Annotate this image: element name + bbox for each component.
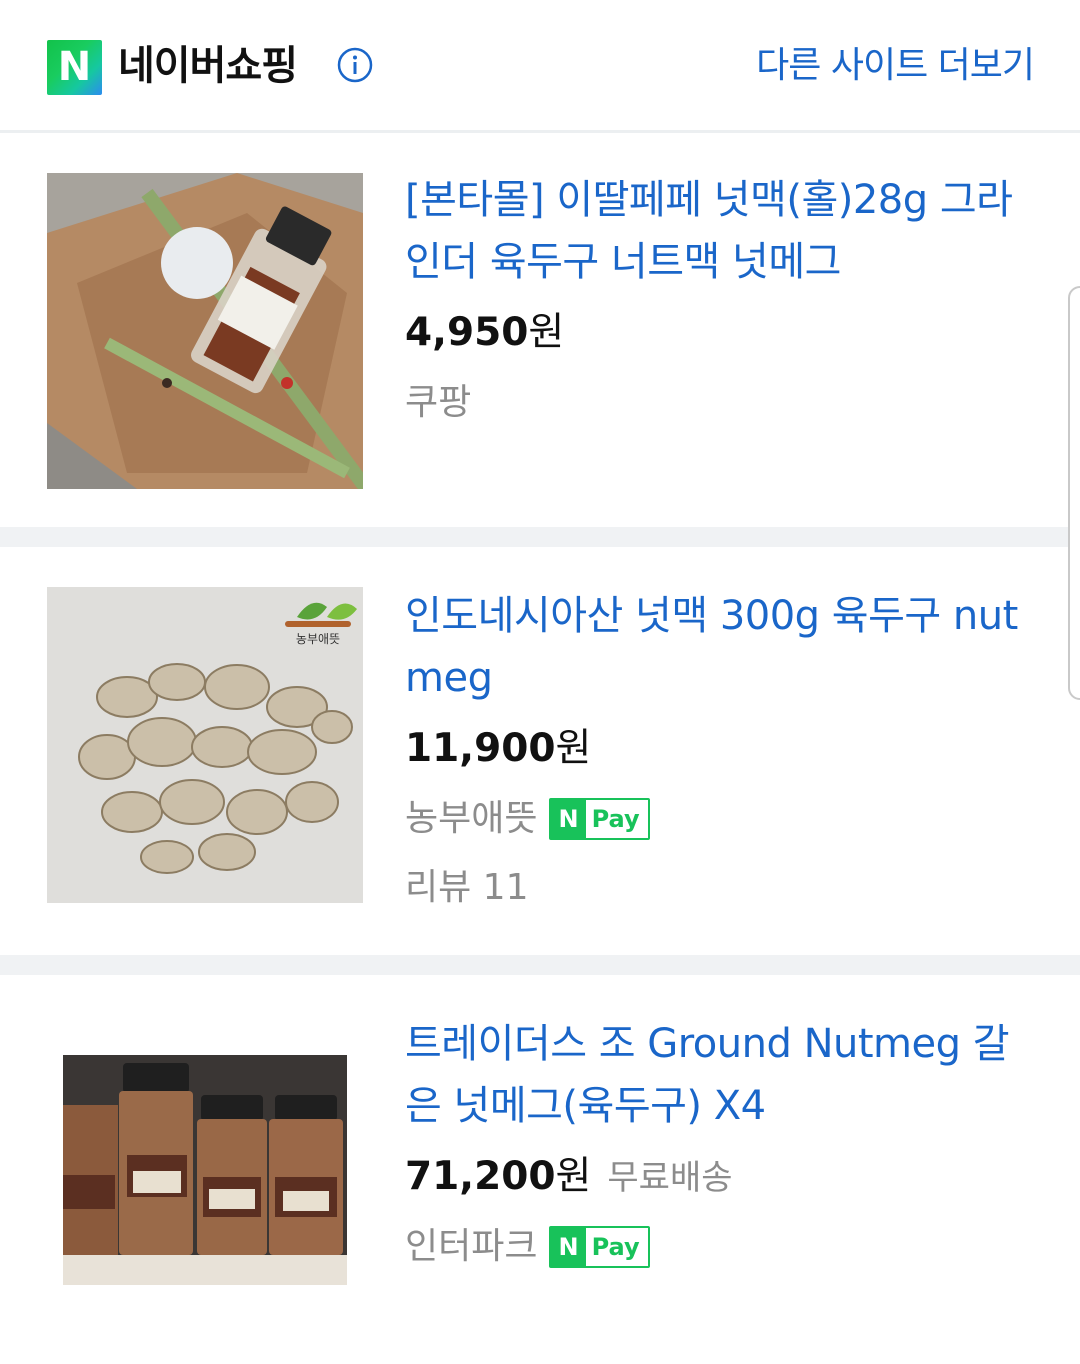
price-currency: 원 [555,726,592,771]
npay-badge: N Pay [549,798,650,840]
product-card[interactable]: 농부애뜻 인도네시아산 넛맥 300g 육두구 nutmeg 11,900원 농… [0,547,1080,955]
scroll-handle[interactable] [1068,286,1080,700]
price-currency: 원 [555,1154,592,1199]
info-circle-icon[interactable] [337,47,373,83]
npay-n-icon: N [551,1228,586,1266]
nutmeg-pieces-image: 농부애뜻 [47,587,363,903]
npay-label: Pay [591,1233,640,1261]
product-title[interactable]: [본타몰] 이딸페페 넛맥(홀)28g 그라인더 육두구 너트맥 넛메그 [405,169,1035,293]
npay-n-icon: N [551,800,586,838]
product-thumbnail[interactable] [63,1055,347,1285]
price-value: 4,950 [405,310,529,355]
brand-title: 네이버쇼핑 [118,43,298,89]
product-price: 11,900원 [405,724,591,774]
price-currency: 원 [528,310,565,355]
naver-logo-icon: N [47,40,102,95]
section-divider [0,527,1080,547]
product-title[interactable]: 트레이더스 조 Ground Nutmeg 갈은 넛메그(육두구) X4 [405,1013,1035,1137]
price-value: 11,900 [405,726,556,771]
header: N 네이버쇼핑 다른 사이트 더보기 [0,0,1080,130]
npay-label: Pay [591,805,640,833]
product-card[interactable]: [본타몰] 이딸페페 넛맥(홀)28g 그라인더 육두구 너트맥 넛메그 4,9… [0,133,1080,527]
product-card[interactable]: 트레이더스 조 Ground Nutmeg 갈은 넛메그(육두구) X4 71,… [0,975,1080,1364]
thumb-badge: 농부애뜻 [296,632,340,646]
section-divider [0,955,1080,975]
mall-name: 농부애뜻 N Pay [405,794,650,844]
mall-name: 인터파크 N Pay [405,1222,650,1272]
more-sites-link[interactable]: 다른 사이트 더보기 [756,40,1035,92]
free-shipping-label: 무료배송 [607,1158,733,1198]
price-value: 71,200 [405,1154,556,1199]
mall-label: 농부애뜻 [405,798,538,839]
product-title[interactable]: 인도네시아산 넛맥 300g 육두구 nutmeg [405,585,1035,709]
ground-nutmeg-jars-image [63,1055,347,1285]
mall-name: 쿠팡 [405,378,471,428]
mall-label: 인터파크 [405,1226,538,1267]
product-thumbnail[interactable]: 농부애뜻 [47,587,363,903]
mall-label: 쿠팡 [405,382,472,423]
review-count: 리뷰 11 [405,867,529,908]
product-price: 71,200원 무료배송 [405,1152,733,1203]
npay-badge: N Pay [549,1226,650,1268]
nutmeg-grinder-image [47,173,363,489]
product-thumbnail[interactable] [47,173,363,489]
product-price: 4,950원 [405,308,564,358]
